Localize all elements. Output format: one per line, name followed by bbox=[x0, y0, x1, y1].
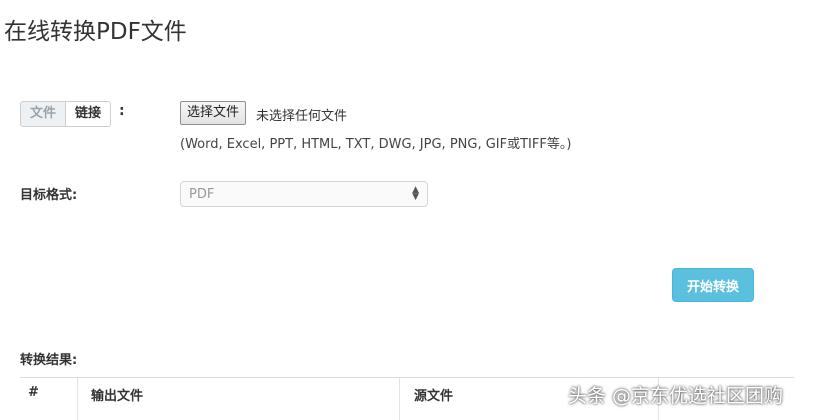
page-title: 在线转换PDF文件 bbox=[4, 19, 187, 45]
source-type-toggle: 文件 链接 bbox=[20, 101, 112, 127]
choose-file-button[interactable]: 选择文件 bbox=[180, 101, 247, 125]
column-divider bbox=[399, 378, 400, 420]
file-status-text: 未选择任何文件 bbox=[256, 109, 348, 124]
results-label: 转换结果: bbox=[20, 353, 78, 368]
target-format-select[interactable]: PDF ▲ ▼ bbox=[180, 181, 428, 207]
results-column-index: # bbox=[28, 385, 39, 400]
column-divider bbox=[77, 378, 78, 420]
start-convert-button[interactable]: 开始转换 bbox=[672, 268, 754, 302]
tab-link[interactable]: 链接 bbox=[66, 102, 111, 126]
watermark-text: 头条 @京东优选社区团购 bbox=[568, 385, 784, 407]
results-column-source: 源文件 bbox=[414, 389, 454, 404]
results-column-output: 输出文件 bbox=[91, 389, 144, 404]
supported-formats-hint: (Word, Excel, PPT, HTML, TXT, DWG, JPG, … bbox=[180, 137, 572, 152]
select-arrows-icon: ▲ ▼ bbox=[412, 185, 419, 202]
source-colon: : bbox=[119, 103, 125, 119]
tab-file[interactable]: 文件 bbox=[21, 102, 67, 126]
target-format-value: PDF bbox=[189, 186, 215, 202]
target-format-label: 目标格式: bbox=[20, 188, 78, 203]
